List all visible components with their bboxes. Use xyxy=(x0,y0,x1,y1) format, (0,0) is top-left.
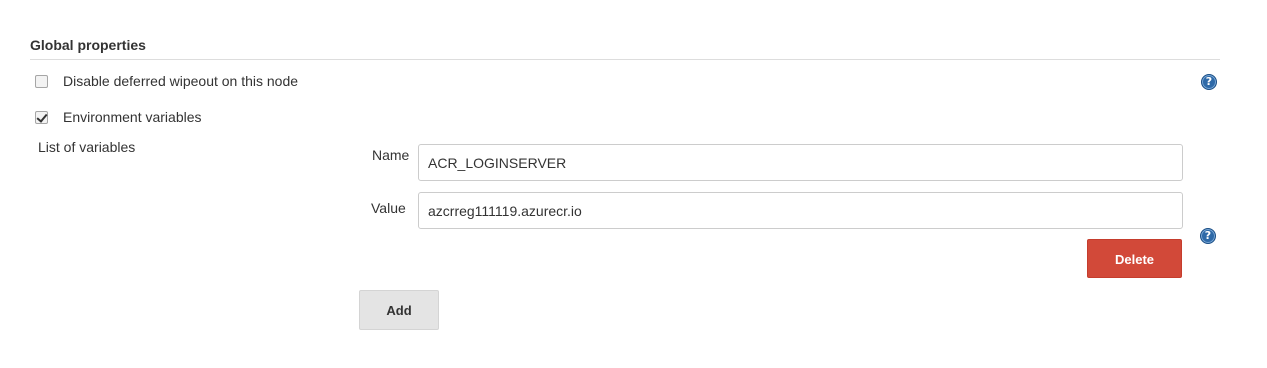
disable-wipeout-checkbox[interactable] xyxy=(35,74,48,88)
disable-wipeout-label[interactable]: Disable deferred wipeout on this node xyxy=(63,73,298,89)
section-title: Global properties xyxy=(30,37,146,53)
add-button[interactable]: Add xyxy=(359,290,439,330)
help-icon[interactable]: ? xyxy=(1201,74,1217,90)
environment-variables-checkbox[interactable] xyxy=(35,110,48,124)
section-divider xyxy=(30,59,1220,60)
help-icon[interactable]: ? xyxy=(1200,228,1216,244)
environment-variables-option[interactable]: Environment variables xyxy=(35,108,202,126)
disable-wipeout-option[interactable]: Disable deferred wipeout on this node xyxy=(35,72,298,90)
name-input[interactable] xyxy=(418,144,1183,181)
delete-button[interactable]: Delete xyxy=(1087,239,1182,278)
value-label: Value xyxy=(371,200,406,216)
value-input[interactable] xyxy=(418,192,1183,229)
name-label: Name xyxy=(372,147,410,163)
list-of-variables-label: List of variables xyxy=(38,139,136,155)
environment-variables-label[interactable]: Environment variables xyxy=(63,109,202,125)
